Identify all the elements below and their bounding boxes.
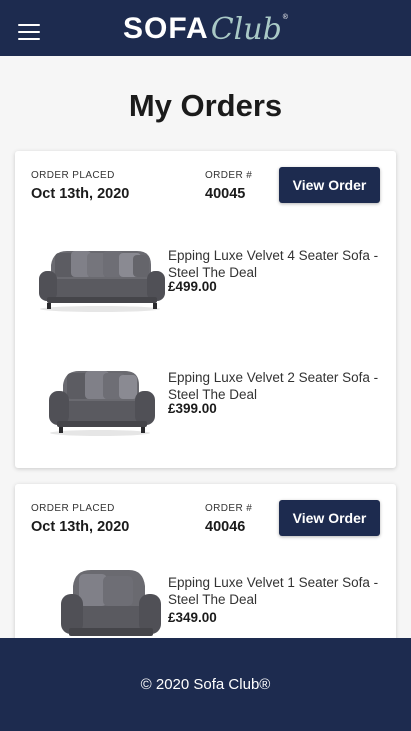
order-card-header: ORDER PLACED Oct 13th, 2020 ORDER # 4004…: [15, 151, 396, 221]
logo-sofa-text: SOFA: [123, 12, 209, 45]
view-order-button[interactable]: View Order: [279, 167, 380, 203]
order-placed-date: Oct 13th, 2020: [31, 519, 130, 535]
order-number: 40045: [205, 186, 246, 202]
order-placed-label: ORDER PLACED: [31, 170, 115, 181]
order-number: 40046: [205, 519, 246, 535]
site-footer: © 2020 Sofa Club®: [0, 638, 411, 731]
order-card: ORDER PLACED Oct 13th, 2020 ORDER # 4004…: [15, 151, 396, 468]
grey-4-seater-sofa-image: [39, 251, 165, 312]
item-name: Epping Luxe Velvet 2 Seater Sofa - Steel…: [168, 370, 379, 402]
logo-club-script: Club: [210, 11, 282, 47]
top-navigation-bar: SOFA Club ®: [0, 0, 411, 56]
order-number-label: ORDER #: [205, 170, 253, 181]
order-placed-date: Oct 13th, 2020: [31, 186, 130, 202]
grey-armchair-image: [61, 570, 161, 636]
order-placed-label: ORDER PLACED: [31, 503, 115, 514]
grey-2-seater-sofa-image: [49, 371, 155, 436]
view-order-button[interactable]: View Order: [279, 500, 380, 536]
item-price: £399.00: [168, 401, 217, 416]
item-price: £349.00: [168, 610, 217, 625]
item-name: Epping Luxe Velvet 4 Seater Sofa - Steel…: [168, 248, 379, 280]
footer-copyright: © 2020 Sofa Club®: [140, 676, 271, 693]
order-number-label: ORDER #: [205, 503, 253, 514]
item-name: Epping Luxe Velvet 1 Seater Sofa - Steel…: [168, 575, 379, 607]
item-price: £499.00: [168, 279, 217, 294]
order-item[interactable]: Epping Luxe Velvet 2 Seater Sofa - Steel…: [15, 351, 396, 451]
order-item[interactable]: Epping Luxe Velvet 4 Seater Sofa - Steel…: [15, 229, 396, 329]
logo-registered-mark: ®: [282, 13, 288, 21]
order-card-header: ORDER PLACED Oct 13th, 2020 ORDER # 4004…: [15, 484, 396, 554]
sofa-club-logo[interactable]: SOFA Club ®: [0, 8, 411, 50]
page-title: My Orders: [128, 88, 283, 123]
